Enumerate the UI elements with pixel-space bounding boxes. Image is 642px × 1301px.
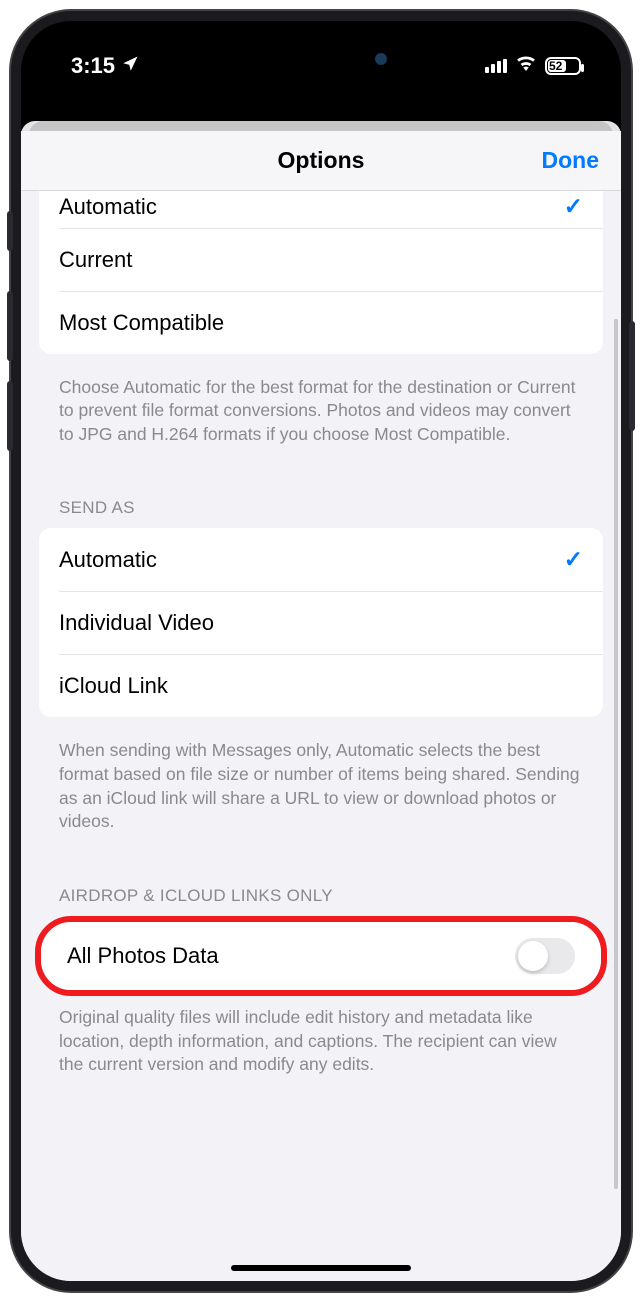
row-label: All Photos Data	[67, 943, 219, 969]
ringer-switch	[7, 211, 13, 251]
dynamic-island	[241, 39, 401, 79]
format-footer: Choose Automatic for the best format for…	[39, 366, 603, 477]
wifi-icon	[515, 55, 537, 76]
row-label: iCloud Link	[59, 673, 168, 699]
screen: 3:15 52	[21, 21, 621, 1281]
all-photos-data-toggle[interactable]	[515, 938, 575, 974]
format-group: Automatic ✓ Current Most Compatible	[39, 191, 603, 354]
location-icon	[121, 53, 139, 79]
status-time: 3:15	[71, 53, 115, 79]
nav-title: Options	[278, 147, 365, 174]
toggle-knob	[518, 941, 548, 971]
cellular-signal-icon	[485, 59, 507, 73]
sheet-stack: Options Done Automatic ✓ Current Most	[21, 121, 621, 1281]
home-indicator[interactable]	[231, 1265, 411, 1271]
checkmark-icon: ✓	[564, 546, 583, 573]
checkmark-icon: ✓	[564, 193, 583, 220]
row-label: Individual Video	[59, 610, 214, 636]
send-as-group: Automatic ✓ Individual Video iCloud Link	[39, 528, 603, 717]
battery-pct: 52	[549, 59, 562, 73]
send-as-row-automatic[interactable]: Automatic ✓	[39, 528, 603, 591]
format-row-automatic[interactable]: Automatic ✓	[39, 191, 603, 228]
airdrop-footer: Original quality files will include edit…	[39, 996, 603, 1107]
highlight-annotation: All Photos Data	[35, 916, 607, 996]
row-label: Current	[59, 247, 132, 273]
scroll-area[interactable]: Automatic ✓ Current Most Compatible Choo…	[21, 191, 621, 1281]
send-as-header: SEND AS	[39, 476, 603, 528]
row-label: Most Compatible	[59, 310, 224, 336]
send-as-footer: When sending with Messages only, Automat…	[39, 729, 603, 864]
phone-frame: 3:15 52	[11, 11, 631, 1291]
power-button	[629, 321, 635, 431]
options-sheet: Options Done Automatic ✓ Current Most	[21, 131, 621, 1281]
volume-down-button	[7, 381, 13, 451]
nav-bar: Options Done	[21, 131, 621, 191]
volume-up-button	[7, 291, 13, 361]
battery-icon: 52	[545, 57, 581, 75]
camera-dot	[375, 53, 387, 65]
format-row-most-compatible[interactable]: Most Compatible	[59, 291, 603, 354]
send-as-row-individual-video[interactable]: Individual Video	[59, 591, 603, 654]
send-as-row-icloud-link[interactable]: iCloud Link	[59, 654, 603, 717]
format-row-current[interactable]: Current	[59, 228, 603, 291]
done-button[interactable]: Done	[542, 147, 600, 174]
all-photos-data-row[interactable]: All Photos Data	[41, 922, 601, 990]
airdrop-header: AIRDROP & ICLOUD LINKS ONLY	[39, 864, 603, 916]
row-label: Automatic	[59, 547, 157, 573]
row-label: Automatic	[59, 194, 157, 220]
airdrop-group: All Photos Data	[41, 922, 601, 990]
scrollbar[interactable]	[614, 319, 618, 1189]
